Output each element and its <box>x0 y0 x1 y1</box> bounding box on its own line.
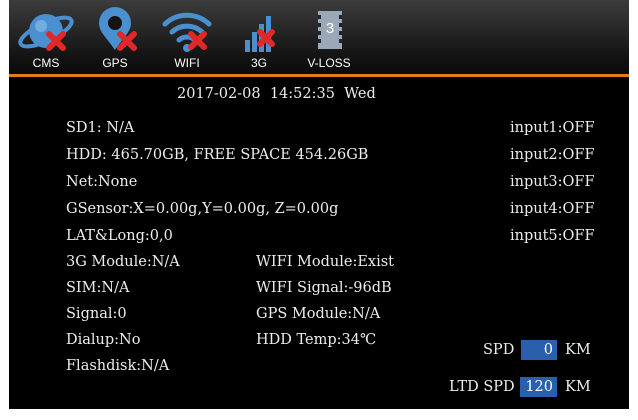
status-cms: CMS <box>13 2 79 72</box>
ltd-spd-unit: KM <box>565 379 591 395</box>
gps-module-status: GPS Module:N/A <box>256 306 381 322</box>
status-label-3g: 3G <box>250 56 267 70</box>
status-wifi: WIFI <box>154 2 220 72</box>
error-x-icon <box>188 31 207 50</box>
spd-value: 0 <box>521 340 557 360</box>
hdd-temp-status: HDD Temp:34℃ <box>256 332 377 348</box>
wifi-module-status: WIFI Module:Exist <box>256 254 394 270</box>
sd-status: SD1: N/A <box>66 120 135 136</box>
status-label-cms: CMS <box>32 56 60 70</box>
input3-status: input3:OFF <box>510 174 595 190</box>
module-3g-status: 3G Module:N/A <box>66 254 180 270</box>
status-3g: 3G <box>226 2 292 72</box>
status-label-gps: GPS <box>102 56 128 70</box>
status-bar: CMS GPS WIFI 3G 3 V-LOSS <box>9 0 629 74</box>
net-status: Net:None <box>66 174 138 190</box>
datetime-display: 2017-02-08 14:52:35 Wed <box>177 86 376 102</box>
spd-unit: KM <box>565 342 591 358</box>
status-label-vloss: V-LOSS <box>307 56 351 70</box>
ltd-spd-label: LTD SPD <box>449 379 515 395</box>
latlong-status: LAT&Long:0,0 <box>66 228 173 244</box>
input4-status: input4:OFF <box>510 201 595 217</box>
signal-status: Signal:0 <box>66 306 127 322</box>
status-label-wifi: WIFI <box>174 56 200 70</box>
wifi-signal-status: WIFI Signal:-96dB <box>256 280 392 296</box>
error-x-icon <box>46 31 66 51</box>
input1-status: input1:OFF <box>510 120 595 136</box>
input5-status: input5:OFF <box>510 228 595 244</box>
dvr-status-screen: CMS GPS WIFI 3G 3 V-LOSS 2017-02-08 14:5… <box>9 0 629 409</box>
status-vloss: 3 V-LOSS <box>296 2 362 72</box>
status-divider <box>9 74 629 77</box>
hdd-status: HDD: 465.70GB, FREE SPACE 454.26GB <box>66 147 369 163</box>
vloss-badge: 3 <box>325 20 335 37</box>
sim-status: SIM:N/A <box>66 280 130 296</box>
spd-label: SPD <box>483 342 515 358</box>
ltd-spd-value: 120 <box>520 377 557 397</box>
error-x-icon <box>117 31 137 51</box>
error-x-icon <box>257 29 275 47</box>
gsensor-status: GSensor:X=0.00g,Y=0.00g, Z=0.00g <box>66 201 339 217</box>
input2-status: input2:OFF <box>510 147 595 163</box>
flashdisk-status: Flashdisk:N/A <box>66 358 170 374</box>
status-gps: GPS <box>82 2 148 72</box>
dialup-status: Dialup:No <box>66 332 141 348</box>
